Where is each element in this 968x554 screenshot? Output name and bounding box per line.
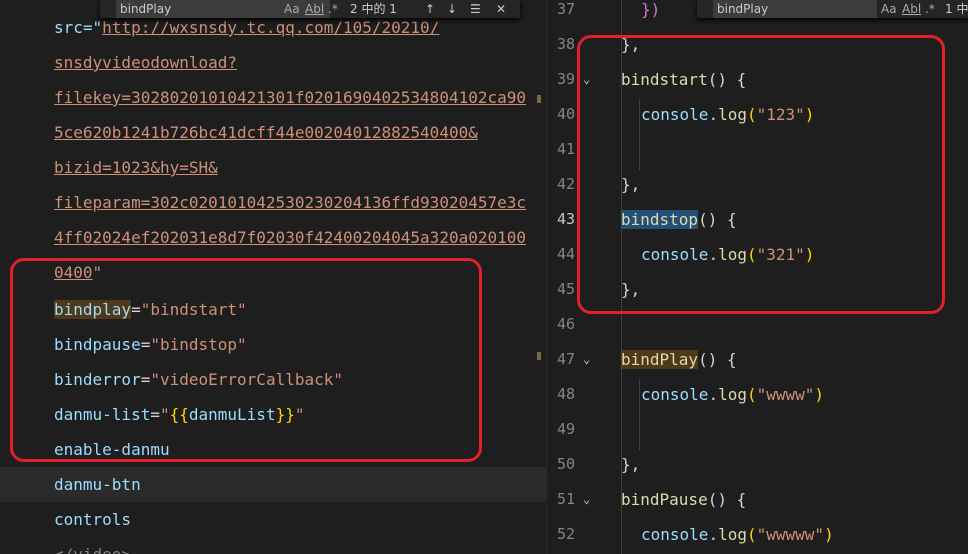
url-segment[interactable]: snsdyvideodownload? [54, 53, 237, 72]
controls-attribute: controls [54, 510, 132, 529]
closing-brace: }, [621, 455, 641, 474]
overview-ruler-marker [537, 95, 541, 103]
paren-close: ) [814, 385, 825, 404]
match-case-icon[interactable]: Aa [284, 0, 300, 18]
line-number: 50 [556, 455, 575, 473]
line-number: 51 [556, 490, 575, 508]
line-number: 46 [556, 315, 575, 333]
code-line[interactable]: 51 ⌄ bindPause() { [547, 482, 968, 517]
fold-chevron-icon[interactable]: ⌄ [583, 342, 590, 377]
code-line[interactable]: fileparam=302c020101042530230204136ffd93… [0, 185, 546, 220]
code-line[interactable]: snsdyvideodownload? [0, 45, 546, 80]
line-number: 43 [556, 210, 575, 228]
url-segment[interactable]: http://wxsnsdy.tc.qq.com/105/20210/ [102, 18, 439, 37]
code-line[interactable]: 48 console.log("wwww") [547, 377, 968, 412]
code-line[interactable]: filekey=30280201010421301f02016904025348… [0, 80, 546, 115]
next-match-icon[interactable]: ↓ [447, 0, 457, 18]
code-line[interactable]: controls [0, 502, 546, 537]
code-line[interactable]: 5ce620b1241b726bc41dcff44e00204012882540… [0, 115, 546, 150]
match-case-icon[interactable]: Aa [881, 0, 897, 18]
log-string: "wwww" [756, 385, 815, 404]
url-segment[interactable]: filekey=30280201010421301f02016904025348… [54, 88, 526, 107]
code-line[interactable]: 47 ⌄ bindPlay() { [547, 342, 968, 377]
src-attribute: src=" [54, 18, 103, 37]
current-code-line[interactable]: danmu-btn [0, 467, 546, 502]
line-number: 44 [556, 245, 575, 263]
annotation-box [10, 258, 482, 462]
danmu-btn-attribute: danmu-btn [54, 475, 141, 494]
line-number: 40 [556, 105, 575, 123]
url-segment[interactable]: fileparam=302c020101042530230204136ffd93… [54, 193, 526, 212]
method-signature: () { [707, 490, 747, 509]
code-line[interactable]: </video> [0, 537, 546, 554]
member-dot: . [708, 385, 719, 404]
method-name-match: bindPlay [621, 350, 699, 369]
line-number: 42 [556, 175, 575, 193]
line-number: 47 [556, 350, 575, 368]
find-widget: bindPlay Aa Abl .* 2 中的 1 ↑ ↓ ☰ ✕ [100, 0, 520, 18]
regex-icon[interactable]: .* [925, 0, 935, 18]
paren-open: ( [746, 385, 757, 404]
right-editor-pane[interactable]: 37}) 38}, 39 ⌄ bindstart() { 40 console.log… [546, 0, 968, 554]
match-count: 2 中的 1 [350, 2, 397, 16]
code-line[interactable]: 50}, [547, 447, 968, 482]
find-input[interactable]: bindPlay [713, 0, 877, 18]
overview-ruler-marker [537, 352, 541, 360]
url-segment[interactable]: 5ce620b1241b726bc41dcff44e00204012882540… [54, 123, 478, 142]
find-widget: bindPlay Aa Abl .* 1 中 [697, 0, 968, 18]
method-name: bindPause [621, 490, 708, 509]
code-line[interactable]: bizid=1023&hy=SH& [0, 150, 546, 185]
line-number: 41 [556, 140, 575, 158]
previous-match-icon[interactable]: ↑ [425, 0, 435, 18]
paren-open: ( [746, 525, 757, 544]
regex-icon[interactable]: .* [328, 0, 338, 18]
log-method: log [718, 385, 747, 404]
line-number: 38 [556, 35, 575, 53]
console-object: console [641, 525, 709, 544]
log-string: "wwwww" [756, 525, 825, 544]
closing-brace: }) [641, 0, 661, 19]
code-line[interactable]: 52 console.log("wwwww") [547, 517, 968, 552]
match-count: 1 中 [945, 2, 968, 16]
line-number: 48 [556, 385, 575, 403]
code-line[interactable]: 49 [547, 412, 968, 447]
annotation-box [577, 35, 945, 314]
line-number: 37 [556, 0, 575, 18]
video-close-tag: </video> [54, 545, 131, 554]
left-editor-pane[interactable]: src="http://wxsnsdy.tc.qq.com/105/20210/… [0, 0, 546, 554]
paren-close: ) [824, 525, 834, 544]
whole-word-icon[interactable]: Abl [305, 0, 324, 18]
whole-word-icon[interactable]: Abl [902, 0, 921, 18]
line-number: 49 [556, 420, 575, 438]
line-number: 52 [556, 525, 575, 543]
code-line[interactable]: 4ff02024ef202031e8d7f02030f42400204045a3… [0, 220, 546, 255]
member-dot: . [708, 525, 719, 544]
log-method: log [718, 525, 747, 544]
find-in-selection-icon[interactable]: ☰ [470, 0, 481, 18]
url-segment[interactable]: bizid=1023&hy=SH& [54, 158, 218, 177]
method-signature: () { [698, 350, 737, 369]
line-number: 45 [556, 280, 575, 298]
console-object: console [641, 385, 709, 404]
fold-chevron-icon[interactable]: ⌄ [583, 482, 590, 517]
url-segment[interactable]: 4ff02024ef202031e8d7f02030f42400204045a3… [54, 228, 526, 247]
close-icon[interactable]: ✕ [496, 0, 506, 18]
line-number: 39 [556, 70, 575, 88]
